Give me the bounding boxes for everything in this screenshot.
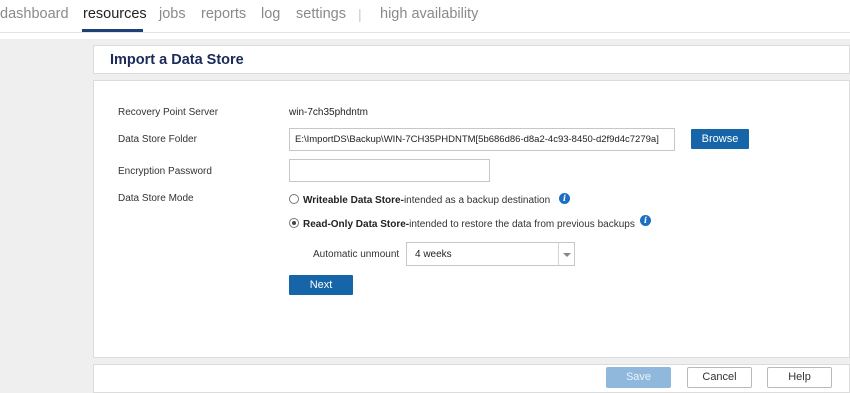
- writeable-data-store-option[interactable]: Writeable Data Store-intended as a backu…: [303, 195, 550, 206]
- automatic-unmount-label: Automatic unmount: [313, 249, 400, 260]
- chevron-down-icon[interactable]: [558, 243, 574, 265]
- nav-dashboard[interactable]: dashboard: [0, 6, 69, 22]
- encryption-password-input[interactable]: [289, 159, 490, 182]
- writeable-option-description: intended as a backup destination: [403, 195, 551, 206]
- nav-reports[interactable]: reports: [201, 6, 246, 22]
- cancel-button[interactable]: Cancel: [687, 367, 752, 388]
- nav-high-availability[interactable]: high availability: [380, 6, 478, 22]
- help-button[interactable]: Help: [767, 367, 832, 388]
- info-icon[interactable]: i: [640, 215, 651, 226]
- recovery-point-server-label: Recovery Point Server: [118, 107, 219, 118]
- data-store-folder-label: Data Store Folder: [118, 134, 197, 145]
- read-only-option-title: Read-Only Data Store-: [303, 219, 410, 230]
- automatic-unmount-value: 4 weeks: [415, 249, 452, 260]
- nav-resources[interactable]: resources: [83, 6, 147, 22]
- top-navigation: dashboard resources jobs reports log set…: [0, 0, 850, 32]
- data-store-mode-label: Data Store Mode: [118, 193, 194, 204]
- writeable-option-title: Writeable Data Store-: [303, 195, 404, 206]
- automatic-unmount-select[interactable]: 4 weeks: [406, 242, 575, 266]
- next-button[interactable]: Next: [289, 275, 353, 295]
- nav-jobs[interactable]: jobs: [159, 6, 186, 22]
- nav-divider: [0, 32, 850, 33]
- read-only-data-store-radio[interactable]: [289, 218, 299, 228]
- save-button[interactable]: Save: [606, 367, 671, 388]
- read-only-data-store-option[interactable]: Read-Only Data Store-intended to restore…: [303, 219, 635, 230]
- encryption-password-label: Encryption Password: [118, 166, 212, 177]
- nav-separator: |: [358, 6, 362, 22]
- recovery-point-server-value: win-7ch35phdntm: [289, 107, 368, 118]
- data-store-folder-input[interactable]: E:\ImportDS\Backup\WIN-7CH35PHDNTM[5b686…: [289, 128, 675, 151]
- writeable-data-store-radio[interactable]: [289, 194, 299, 204]
- nav-settings[interactable]: settings: [296, 6, 346, 22]
- page-title: Import a Data Store: [110, 52, 244, 68]
- read-only-option-description: intended to restore the data from previo…: [409, 219, 635, 230]
- nav-log[interactable]: log: [261, 6, 280, 22]
- browse-button[interactable]: Browse: [691, 129, 749, 149]
- page-header-panel: Import a Data Store: [93, 45, 850, 74]
- info-icon[interactable]: i: [559, 193, 570, 204]
